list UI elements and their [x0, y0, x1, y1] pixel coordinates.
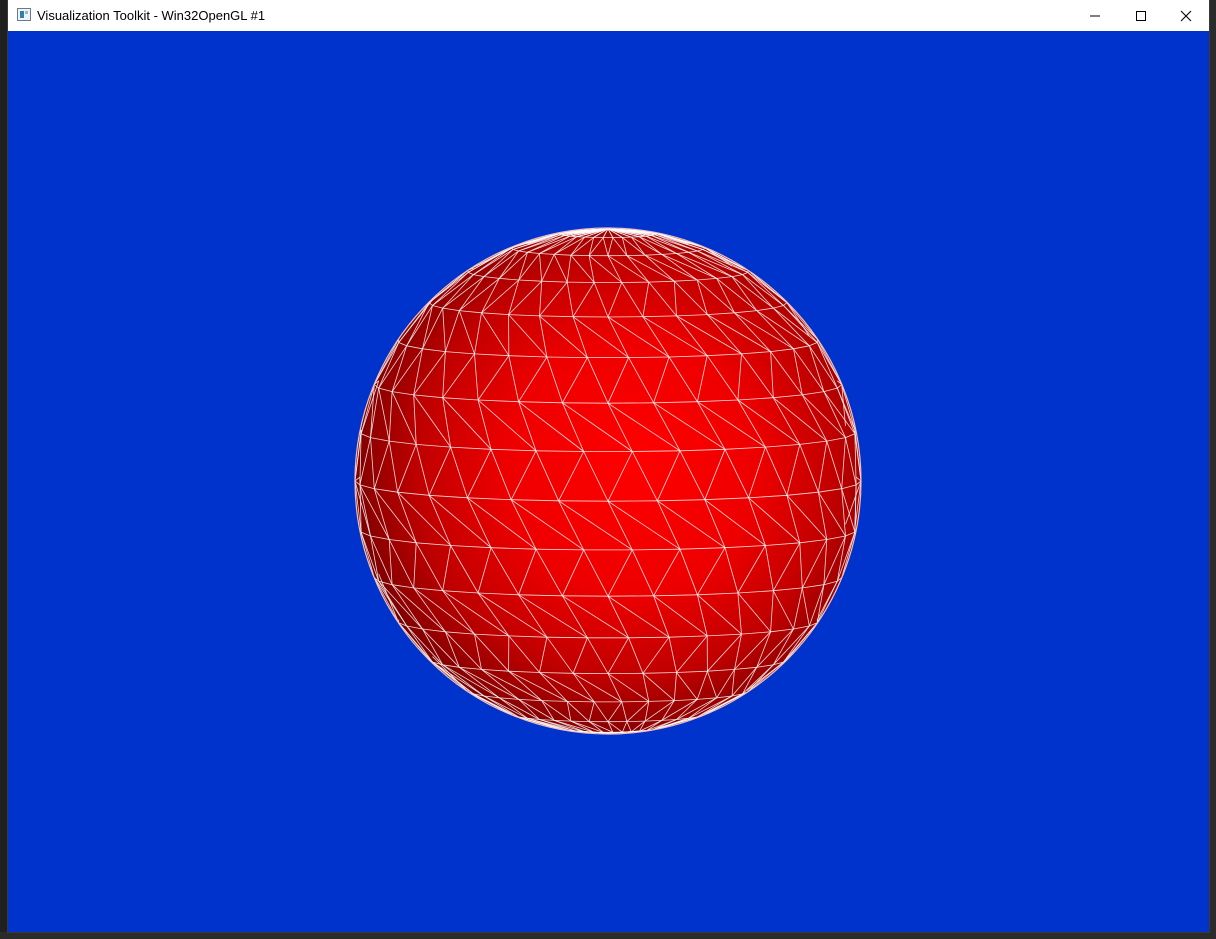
render-scene[interactable] [8, 31, 1209, 932]
wireframe-edge [621, 701, 649, 703]
vtk-app-icon[interactable] [17, 8, 31, 21]
window-title: Visualization Toolkit - Win32OpenGL #1 [37, 8, 266, 23]
minimize-icon [1090, 15, 1100, 16]
vtk-window: Visualization Toolkit - Win32OpenGL #1 [8, 0, 1209, 932]
title-bar[interactable]: Visualization Toolkit - Win32OpenGL #1 [8, 0, 1209, 31]
wireframe-edge [567, 701, 595, 703]
wireframe-edge [626, 720, 646, 722]
background-desktop [0, 932, 1216, 939]
render-viewport[interactable] [8, 31, 1209, 932]
minimize-button[interactable] [1072, 0, 1118, 31]
background-edge-right [1209, 0, 1216, 939]
close-button[interactable] [1163, 0, 1209, 31]
maximize-icon [1136, 10, 1146, 21]
close-icon [1180, 10, 1192, 21]
wireframe-edge [570, 720, 590, 722]
maximize-button[interactable] [1118, 0, 1164, 31]
